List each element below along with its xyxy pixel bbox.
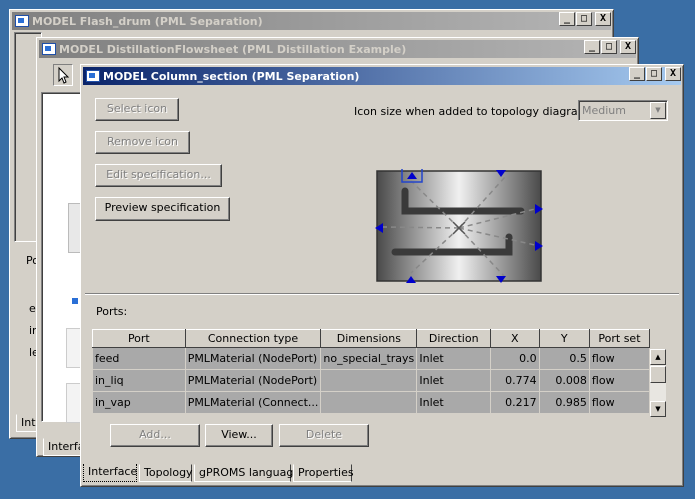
flowsheet-canvas[interactable] bbox=[41, 92, 85, 423]
x-cell[interactable]: 0.774 bbox=[490, 369, 540, 392]
column-header[interactable]: Y bbox=[538, 329, 590, 348]
scroll-down-icon[interactable]: ▼ bbox=[650, 401, 666, 417]
table-header-row: Port Connection type Dimensions Directio… bbox=[92, 329, 651, 348]
tab-gproms-language[interactable]: gPROMS language bbox=[194, 464, 300, 482]
maximize-button[interactable]: □ bbox=[576, 12, 592, 26]
column-header[interactable]: Port set bbox=[588, 329, 651, 348]
tab-topology[interactable]: Topology bbox=[139, 464, 193, 482]
close-button[interactable]: X bbox=[620, 40, 636, 54]
y-cell[interactable]: 0.985 bbox=[538, 391, 590, 414]
port-cell[interactable]: in_liq bbox=[92, 369, 186, 392]
icon-panel: Select icon Remove icon Edit specificati… bbox=[85, 88, 679, 293]
table-scrollbar[interactable]: ▲ ▼ bbox=[650, 349, 666, 417]
tab-properties[interactable]: Properties bbox=[293, 464, 354, 482]
preview-specification-button[interactable]: Preview specification bbox=[95, 197, 230, 221]
icon-size-label: Icon size when added to topology diagram… bbox=[354, 105, 598, 118]
scroll-up-icon[interactable]: ▲ bbox=[650, 349, 666, 365]
column-header[interactable]: Dimensions bbox=[320, 329, 418, 348]
title-bar[interactable]: MODEL Column_section (PML Separation) bbox=[83, 67, 681, 85]
port-cell[interactable]: in_vap bbox=[92, 391, 186, 414]
connection-type-cell[interactable]: PMLMaterial (NodePort) bbox=[184, 369, 322, 392]
port-set-cell[interactable]: flow bbox=[588, 347, 651, 370]
icon-size-value: Medium bbox=[582, 104, 626, 117]
remove-icon-button[interactable]: Remove icon bbox=[95, 131, 190, 154]
select-icon-button[interactable]: Select icon bbox=[95, 98, 179, 121]
close-button[interactable]: X bbox=[665, 67, 681, 81]
x-cell[interactable]: 0.0 bbox=[490, 347, 540, 370]
window-title: MODEL Column_section (PML Separation) bbox=[103, 69, 360, 83]
tab-interface[interactable]: Interface bbox=[83, 464, 137, 482]
window-icon bbox=[15, 15, 29, 27]
minimize-button[interactable]: _ bbox=[629, 67, 645, 81]
y-cell[interactable]: 0.008 bbox=[538, 369, 590, 392]
table-row[interactable]: in_vap PMLMaterial (Connect... Inlet 0.2… bbox=[92, 391, 651, 414]
delete-port-button[interactable]: Delete bbox=[279, 424, 369, 447]
icon-size-select[interactable]: Medium ▼ bbox=[578, 100, 668, 121]
table-row[interactable]: feed PMLMaterial (NodePort) no_special_t… bbox=[92, 347, 651, 370]
maximize-button[interactable]: □ bbox=[646, 67, 662, 81]
window-icon bbox=[86, 70, 100, 82]
view-port-button[interactable]: View... bbox=[205, 424, 273, 447]
dropdown-arrow-icon[interactable]: ▼ bbox=[650, 102, 666, 119]
dimensions-cell[interactable]: no_special_trays bbox=[320, 347, 418, 370]
window-title: MODEL DistillationFlowsheet (PML Distill… bbox=[59, 42, 407, 56]
minimize-button[interactable]: _ bbox=[584, 40, 600, 54]
column-header[interactable]: Direction bbox=[416, 329, 492, 348]
ports-label: Ports: bbox=[96, 305, 128, 318]
port-cell[interactable]: feed bbox=[92, 347, 186, 370]
add-port-button[interactable]: Add... bbox=[110, 424, 200, 447]
connection-type-cell[interactable]: PMLMaterial (NodePort) bbox=[184, 347, 322, 370]
direction-cell[interactable]: Inlet bbox=[416, 391, 492, 414]
title-bar[interactable]: MODEL DistillationFlowsheet (PML Distill… bbox=[39, 40, 636, 58]
column-section-body bbox=[376, 170, 542, 282]
x-cell[interactable]: 0.217 bbox=[490, 391, 540, 414]
port-fragment bbox=[72, 298, 78, 304]
connection-type-cell[interactable]: PMLMaterial (Connect... bbox=[184, 391, 322, 414]
dimensions-cell[interactable] bbox=[320, 369, 418, 392]
column-header[interactable]: Connection type bbox=[184, 329, 322, 348]
pointer-tool-button[interactable] bbox=[53, 64, 73, 86]
y-cell[interactable]: 0.5 bbox=[538, 347, 590, 370]
ports-table: Port Connection type Dimensions Directio… bbox=[92, 329, 651, 414]
window-title: MODEL Flash_drum (PML Separation) bbox=[32, 14, 263, 28]
minimize-button[interactable]: _ bbox=[559, 12, 575, 26]
maximize-button[interactable]: □ bbox=[601, 40, 617, 54]
direction-cell[interactable]: Inlet bbox=[416, 347, 492, 370]
icon-preview bbox=[375, 165, 543, 284]
cursor-arrow-icon bbox=[58, 66, 70, 84]
port-set-cell[interactable]: flow bbox=[588, 391, 651, 414]
dimensions-cell[interactable] bbox=[320, 391, 418, 414]
port-set-cell[interactable]: flow bbox=[588, 369, 651, 392]
column-header[interactable]: X bbox=[490, 329, 540, 348]
direction-cell[interactable]: Inlet bbox=[416, 369, 492, 392]
column-header[interactable]: Port bbox=[92, 329, 186, 348]
window-column-section: MODEL Column_section (PML Separation) _ … bbox=[80, 64, 684, 487]
title-bar[interactable]: MODEL Flash_drum (PML Separation) bbox=[12, 12, 611, 30]
panel-splitter[interactable] bbox=[85, 293, 679, 295]
scroll-thumb[interactable] bbox=[650, 366, 666, 383]
table-row[interactable]: in_liq PMLMaterial (NodePort) Inlet 0.77… bbox=[92, 369, 651, 392]
edit-specification-button[interactable]: Edit specification... bbox=[95, 164, 222, 187]
window-icon bbox=[42, 43, 56, 55]
close-button[interactable]: X bbox=[595, 12, 611, 26]
